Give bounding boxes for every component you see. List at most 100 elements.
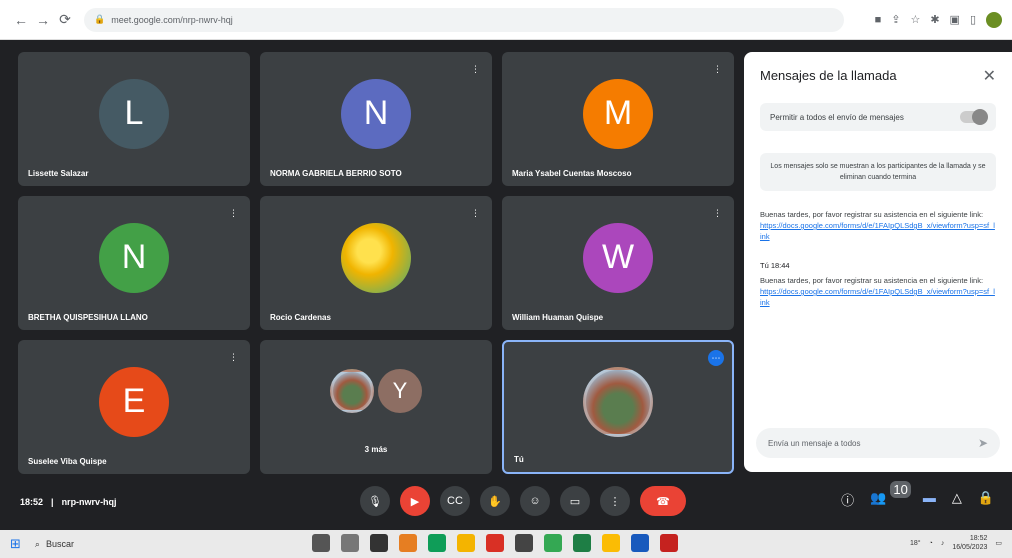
participant-grid: L Lissette Salazar ⋮ N NORMA GABRIELA BE…: [18, 52, 734, 474]
taskbar-clock[interactable]: 18:52 16/05/2023: [952, 534, 987, 552]
allow-messages-row: Permitir a todos el envío de mensajes: [760, 103, 996, 131]
meeting-controls-bar: 18:52 | nrp-nwrv-hqj 🎙 ▶ CC ✋ ☺ ▭ ⋮ ☎ ⓘ 👥1…: [0, 480, 1012, 524]
chat-input[interactable]: Envía un mensaje a todos ➤: [756, 428, 1000, 458]
participant-group-tile[interactable]: Y 3 más: [260, 340, 492, 474]
weather-text: 18°: [910, 539, 921, 547]
word-icon[interactable]: [631, 534, 649, 552]
participant-tile[interactable]: ⋮ M Maria Ysabel Cuentas Moscoso: [502, 52, 734, 186]
mic-off-icon: ⋮: [229, 208, 238, 218]
participant-tile[interactable]: ⋮ Rocio Cardenas: [260, 196, 492, 330]
info-icon[interactable]: ⓘ: [841, 490, 854, 509]
participant-tile[interactable]: ⋮ E Suselee Viba Quispe: [18, 340, 250, 474]
side-controls: ⓘ 👥10 ▬ △ 🔒: [841, 481, 994, 509]
calculator-icon[interactable]: [515, 534, 533, 552]
participant-name: Maria Ysabel Cuentas Moscoso: [512, 169, 632, 178]
participant-avatar: E: [99, 366, 169, 437]
people-icon[interactable]: 👥10: [870, 481, 911, 509]
taskbar-apps: [312, 534, 678, 552]
edge-icon[interactable]: [428, 534, 446, 552]
chat-message: Buenas tardes, por favor registrar su as…: [760, 209, 996, 242]
emoji-button[interactable]: ☺: [520, 486, 550, 516]
profile-avatar[interactable]: [986, 11, 1002, 28]
taskbar-search[interactable]: ⌕ Buscar: [35, 534, 235, 554]
participant-avatar: N: [341, 78, 411, 149]
wifi-icon[interactable]: ◔: [929, 540, 933, 547]
participant-avatar: W: [583, 222, 653, 293]
camera-icon[interactable]: ■: [875, 14, 882, 26]
notifications-icon[interactable]: ▭: [995, 539, 1002, 547]
participant-tile[interactable]: ⋮ N NORMA GABRIELA BERRIO SOTO: [260, 52, 492, 186]
participant-name: Suselee Viba Quispe: [28, 457, 107, 466]
participant-photo: [341, 222, 411, 293]
extension-icons: ■ ⇪ ☆ ✱ ▣ ▯: [875, 11, 1002, 28]
task-view-icon[interactable]: [312, 534, 330, 552]
more-options-icon[interactable]: ⋯: [708, 350, 724, 366]
clock-date: 16/05/2023: [952, 544, 988, 551]
mic-off-icon: ⋮: [471, 64, 480, 74]
leave-call-button[interactable]: ☎: [640, 486, 686, 516]
pdf-icon[interactable]: [660, 534, 678, 552]
more-options-button[interactable]: ⋮: [600, 486, 630, 516]
participant-avatar: L: [99, 78, 169, 149]
clock-time: 18:52: [969, 535, 988, 542]
address-bar[interactable]: 🔒 meet.google.com/nrp-nwrv-hqj: [84, 7, 844, 32]
meeting-time: 18:52: [20, 497, 44, 507]
windows-start-icon[interactable]: ⊞: [10, 536, 21, 552]
mic-off-icon: ⋮: [713, 208, 722, 218]
excel-icon[interactable]: [573, 534, 591, 552]
back-icon[interactable]: ←: [10, 9, 32, 31]
taskbar-search-placeholder: Buscar: [45, 539, 74, 549]
files-icon[interactable]: [602, 534, 620, 552]
browser-toolbar: ← → ⟳ 🔒 meet.google.com/nrp-nwrv-hqj ■ ⇪…: [0, 0, 1012, 40]
volume-icon[interactable]: ♪: [941, 540, 945, 547]
office-icon[interactable]: [486, 534, 504, 552]
self-photo: [583, 366, 653, 437]
participant-avatar: N: [99, 222, 169, 293]
chat-icon[interactable]: ▬: [923, 490, 936, 509]
present-button[interactable]: ▭: [560, 486, 590, 516]
allow-messages-toggle[interactable]: [960, 109, 988, 125]
participant-tile[interactable]: ⋮ W William Huaman Quispe: [502, 196, 734, 330]
star-icon[interactable]: ☆: [910, 13, 920, 26]
raise-hand-button[interactable]: ✋: [480, 486, 510, 516]
explorer-icon[interactable]: [457, 534, 475, 552]
participant-name: Lissette Salazar: [28, 169, 89, 178]
participant-name: William Huaman Quispe: [512, 313, 604, 322]
chat-panel-title: Mensajes de la llamada: [760, 68, 897, 83]
sidebar-icon[interactable]: ▯: [970, 13, 976, 26]
share-icon[interactable]: ⇪: [891, 13, 900, 26]
message-link[interactable]: https://docs.google.com/forms/d/e/1FAIpQ…: [760, 220, 996, 242]
url-text: meet.google.com/nrp-nwrv-hqj: [111, 14, 233, 25]
extension-icon[interactable]: ✱: [930, 13, 939, 26]
self-tile[interactable]: ⋯ Tú: [502, 340, 734, 474]
mic-button[interactable]: 🎙: [360, 486, 390, 516]
allow-messages-label: Permitir a todos el envío de mensajes: [770, 112, 904, 122]
close-icon[interactable]: ✕: [983, 66, 996, 86]
chrome-icon[interactable]: [544, 534, 562, 552]
group-avatars: Y: [330, 368, 422, 413]
forward-icon[interactable]: →: [32, 9, 54, 31]
meeting-info: 18:52 | nrp-nwrv-hqj: [20, 497, 117, 507]
message-text: Buenas tardes, por favor registrar su as…: [760, 276, 984, 285]
message-link[interactable]: https://docs.google.com/forms/d/e/1FAIpQ…: [760, 286, 996, 308]
chat-input-placeholder: Envía un mensaje a todos: [768, 438, 861, 448]
host-controls-icon[interactable]: 🔒: [978, 490, 994, 509]
participant-tile[interactable]: L Lissette Salazar: [18, 52, 250, 186]
send-icon[interactable]: ➤: [978, 436, 988, 450]
reload-icon[interactable]: ⟳: [54, 9, 76, 31]
activities-icon[interactable]: △: [952, 490, 962, 509]
paint-icon[interactable]: [399, 534, 417, 552]
lock-icon: 🔒: [94, 14, 106, 24]
widgets-icon[interactable]: [341, 534, 359, 552]
store-icon[interactable]: [370, 534, 388, 552]
camera-off-button[interactable]: ▶: [400, 486, 430, 516]
participant-name: Rocio Cardenas: [270, 313, 331, 322]
puzzle-icon[interactable]: ▣: [950, 13, 960, 26]
meeting-code: nrp-nwrv-hqj: [61, 497, 117, 507]
windows-taskbar: ⊞ ⌕ Buscar 18° ◔ ♪ 18:52 16/05/2023 ▭: [0, 530, 1012, 558]
captions-button[interactable]: CC: [440, 486, 470, 516]
participant-tile[interactable]: ⋮ N BRETHA QUISPESIHUA LLANO: [18, 196, 250, 330]
self-name: Tú: [514, 455, 524, 464]
mic-off-icon: ⋮: [713, 64, 722, 74]
mic-off-icon: ⋮: [229, 352, 238, 362]
